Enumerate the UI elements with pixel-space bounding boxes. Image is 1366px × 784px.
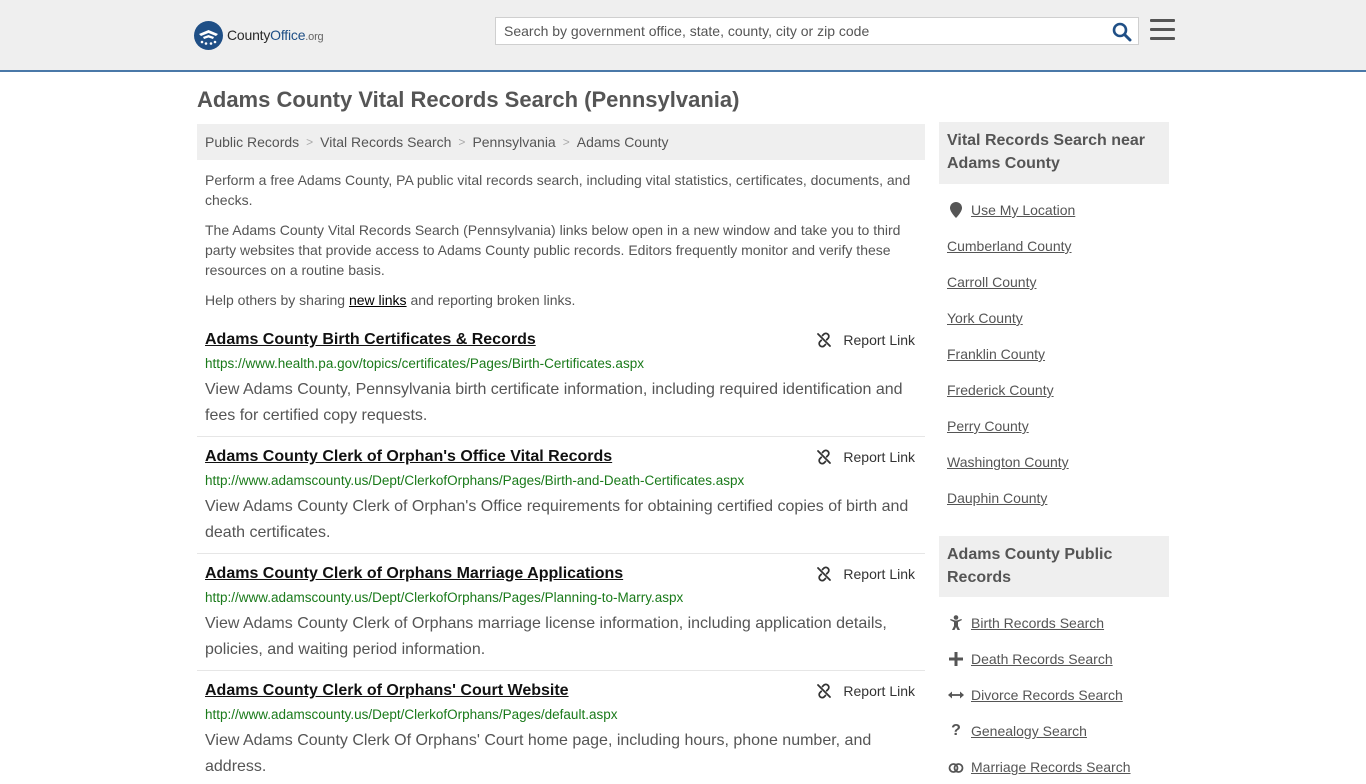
result-url: http://www.adamscounty.us/Dept/ClerkofOr… [205,707,618,722]
divorce-records-search-link[interactable]: Divorce Records Search [971,687,1123,703]
breadcrumb-public-records[interactable]: Public Records [205,134,299,150]
birth-records-search-link[interactable]: Birth Records Search [971,615,1104,631]
result-title-link[interactable]: Adams County Clerk of Orphans' Court Web… [205,682,569,700]
nearby-county-link[interactable]: Dauphin County [947,490,1047,506]
result-title-link[interactable]: Adams County Clerk of Orphan's Office Vi… [205,448,612,466]
cross-icon [948,651,964,667]
nearby-county-link[interactable]: Perry County [947,418,1029,434]
logo-badge-icon [194,20,223,50]
death-records-search-link[interactable]: Death Records Search [971,651,1113,667]
result-divider [197,553,925,554]
search-icon[interactable] [1112,22,1132,42]
search-input[interactable] [496,18,1096,44]
new-links-link[interactable]: new links [349,292,407,308]
report-link-button[interactable]: Report Link [816,566,915,582]
breadcrumb-pennsylvania[interactable]: Pennsylvania [472,134,555,150]
nearby-county-link[interactable]: Carroll County [947,274,1036,290]
nearby-county-link[interactable]: York County [947,310,1023,326]
hamburger-menu-icon[interactable] [1150,19,1175,43]
sidebar-nearby-heading: Vital Records Search near Adams County [939,122,1169,184]
intro-paragraph: Perform a free Adams County, PA public v… [205,172,911,208]
logo-text: CountyOffice.org [227,27,324,43]
genealogy-search-link[interactable]: Genealogy Search [971,723,1087,739]
result-description: View Adams County Clerk of Orphan's Offi… [205,498,909,541]
nearby-county-link[interactable]: Franklin County [947,346,1045,362]
broken-link-icon [817,332,832,348]
report-link-label: Report Link [843,449,915,465]
result-description: View Adams County, Pennsylvania birth ce… [205,381,903,424]
result-divider [197,670,925,671]
broken-link-icon [817,683,832,699]
site-logo[interactable]: CountyOffice.org [194,20,324,50]
use-my-location-link[interactable]: Use My Location [971,202,1075,218]
baby-icon [948,615,964,631]
sidebar-public-records-heading: Adams County Public Records [939,536,1169,597]
question-icon: ? [951,722,961,739]
result-url: http://www.adamscounty.us/Dept/ClerkofOr… [205,590,684,605]
breadcrumb-separator-icon: > [458,135,466,149]
result-description: View Adams County Clerk of Orphans marri… [205,615,887,658]
nearby-county-link[interactable]: Washington County [947,454,1069,470]
breadcrumb-separator-icon: > [562,135,570,149]
report-link-button[interactable]: Report Link [816,683,915,699]
broken-link-icon [817,566,832,582]
result-description: View Adams County Clerk Of Orphans' Cour… [205,732,872,775]
result-divider [197,436,925,437]
report-link-button[interactable]: Report Link [816,449,915,465]
disclaimer-paragraph: The Adams County Vital Records Search (P… [205,222,901,278]
breadcrumb-adams-county[interactable]: Adams County [577,134,669,150]
nearby-county-link[interactable]: Frederick County [947,382,1054,398]
rings-icon [948,759,964,775]
result-title-link[interactable]: Adams County Clerk of Orphans Marriage A… [205,565,623,583]
split-arrows-icon [948,687,964,703]
report-link-label: Report Link [843,332,915,348]
report-link-button[interactable]: Report Link [816,332,915,348]
nearby-county-link[interactable]: Cumberland County [947,238,1072,254]
result-url: https://www.health.pa.gov/topics/certifi… [205,356,644,371]
help-paragraph: Help others by sharing new links and rep… [205,292,576,308]
search-box [495,17,1139,45]
breadcrumb-vital-records[interactable]: Vital Records Search [320,134,451,150]
page-title: Adams County Vital Records Search (Penns… [197,87,740,112]
broken-link-icon [817,449,832,465]
result-url: http://www.adamscounty.us/Dept/ClerkofOr… [205,473,745,488]
map-pin-icon [948,202,964,218]
breadcrumb: Public Records > Vital Records Search > … [197,124,925,160]
site-header: CountyOffice.org [0,0,1366,72]
report-link-label: Report Link [843,566,915,582]
breadcrumb-separator-icon: > [306,135,314,149]
result-title-link[interactable]: Adams County Birth Certificates & Record… [205,331,536,349]
marriage-records-search-link[interactable]: Marriage Records Search [971,759,1131,775]
report-link-label: Report Link [843,683,915,699]
